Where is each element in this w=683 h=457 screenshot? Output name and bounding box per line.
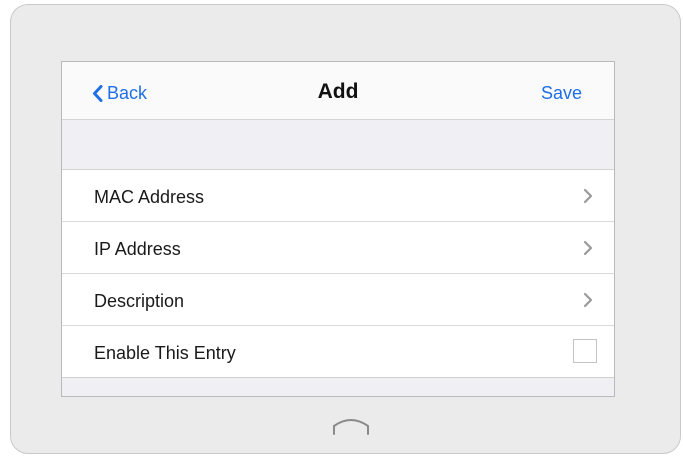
settings-list: MAC Address IP Address Description Enabl…: [62, 170, 614, 378]
row-label: Description: [94, 291, 185, 311]
section-spacer: [62, 120, 614, 170]
navigation-bar: Back Add Save: [62, 62, 614, 120]
row-enable-entry: Enable This Entry: [62, 326, 614, 378]
row-label: Enable This Entry: [94, 343, 236, 363]
row-label: IP Address: [94, 239, 181, 259]
home-button-icon[interactable]: [332, 416, 370, 436]
chevron-right-icon: [583, 188, 593, 204]
save-button[interactable]: Save: [541, 83, 582, 104]
chevron-right-icon: [583, 240, 593, 256]
app-screen: Back Add Save MAC Address IP Address Des…: [61, 61, 615, 397]
page-title: Add: [317, 80, 359, 103]
row-label: MAC Address: [94, 187, 205, 207]
list-footer: [62, 378, 614, 396]
row-ip-address[interactable]: IP Address: [62, 222, 614, 274]
enable-entry-checkbox[interactable]: [573, 339, 597, 363]
row-mac-address[interactable]: MAC Address: [62, 170, 614, 222]
row-description[interactable]: Description: [62, 274, 614, 326]
chevron-right-icon: [583, 292, 593, 308]
